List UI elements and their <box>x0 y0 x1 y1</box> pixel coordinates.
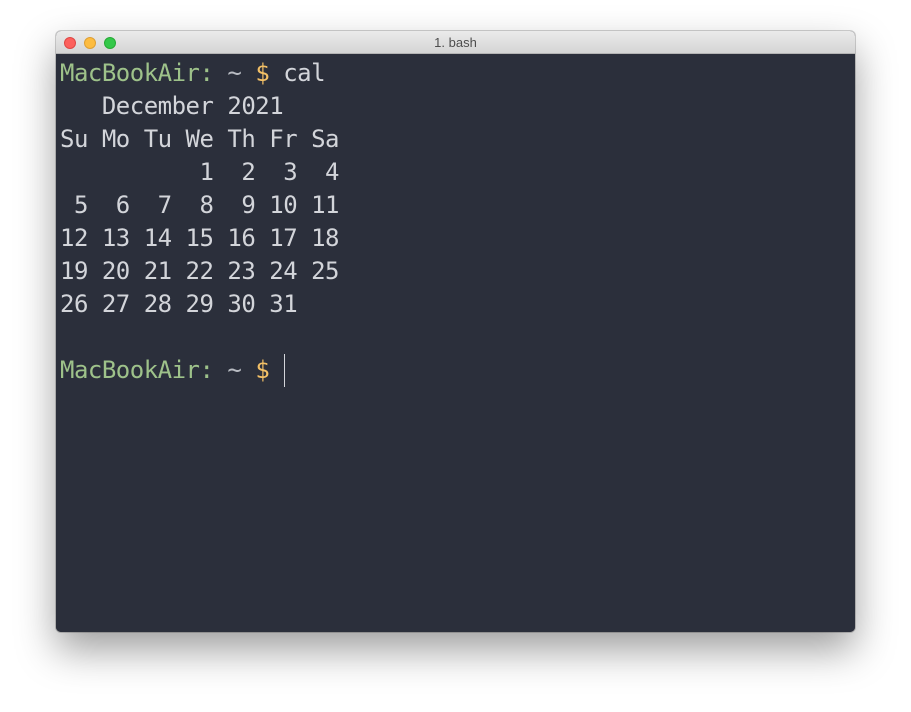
blank-output-line <box>60 321 855 354</box>
prompt-symbol: $ <box>255 59 270 87</box>
calendar-week-row: 5 6 7 8 9 10 11 <box>60 191 340 219</box>
prompt-symbol: $ <box>255 356 270 384</box>
terminal-content[interactable]: MacBookAir: ~ $ cal December 2021 Su Mo … <box>56 54 855 632</box>
prompt-host: MacBookAir: <box>60 59 214 87</box>
calendar-weekday-header: Su Mo Tu We Th Fr Sa <box>60 125 339 153</box>
title-bar[interactable]: 1. bash <box>56 31 855 54</box>
prompt-path: ~ <box>227 356 242 384</box>
calendar-week-row: 12 13 14 15 16 17 18 <box>60 224 339 252</box>
calendar-week-row: 1 2 3 4 <box>60 158 339 186</box>
prompt-host: MacBookAir: <box>60 356 214 384</box>
command-line: MacBookAir: ~ $ cal <box>60 57 855 90</box>
window-title: 1. bash <box>434 35 477 50</box>
calendar-week-row: 26 27 28 29 30 31 <box>60 290 298 318</box>
command-text: cal <box>283 59 326 87</box>
text-cursor <box>284 354 286 387</box>
calendar-month-header: December 2021 <box>60 92 284 120</box>
active-prompt-line[interactable]: MacBookAir: ~ $ <box>60 354 855 387</box>
prompt-path: ~ <box>227 59 242 87</box>
calendar-week-row: 19 20 21 22 23 24 25 <box>60 257 339 285</box>
terminal-window: 1. bash MacBookAir: ~ $ cal December 202… <box>56 31 855 632</box>
